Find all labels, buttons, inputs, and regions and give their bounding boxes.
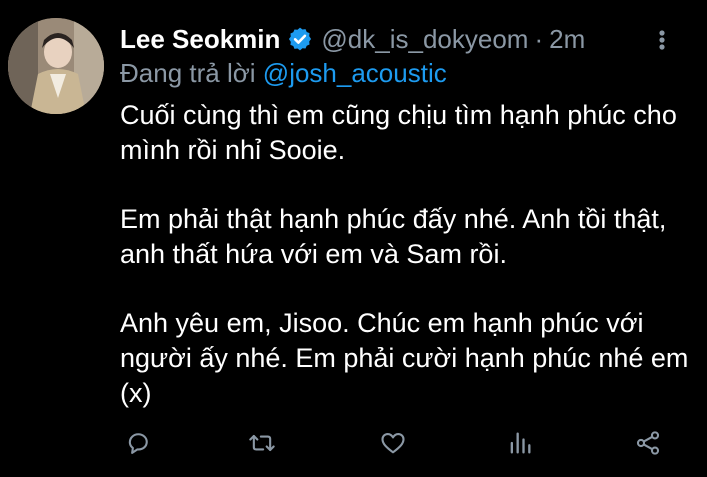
avatar-image (8, 18, 104, 114)
action-bar (120, 425, 665, 461)
replying-to-mention[interactable]: @josh_acoustic (263, 58, 447, 88)
retweet-icon (249, 434, 275, 452)
comment-icon (128, 433, 148, 454)
timestamp[interactable]: 2m (549, 24, 585, 55)
replying-to-label: Đang trả lời (120, 58, 256, 88)
tweet-header: Lee Seokmin @dk_is_dokyeom · 2m (120, 22, 585, 56)
tweet-paragraph: Cuối cùng thì em cũng chịu tìm hạnh phúc… (120, 100, 677, 165)
tweet-text: Cuối cùng thì em cũng chịu tìm hạnh phúc… (120, 98, 690, 445)
display-name[interactable]: Lee Seokmin (120, 24, 280, 55)
verified-badge-icon (287, 26, 313, 52)
analytics-button[interactable] (502, 425, 538, 461)
tweet-paragraph: Anh yêu em, Jisoo. Chúc em hạnh phúc với… (120, 308, 689, 408)
avatar[interactable] (8, 18, 104, 114)
like-button[interactable] (375, 425, 411, 461)
tweet-paragraph: Em phải thật hạnh phúc đấy nhé. Anh tồi … (120, 204, 667, 269)
bar-chart-icon (510, 432, 531, 454)
separator-dot: · (534, 23, 544, 54)
replying-to: Đang trả lời @josh_acoustic (120, 58, 447, 89)
share-icon (636, 431, 660, 455)
share-button[interactable] (630, 425, 666, 461)
heart-icon (381, 432, 405, 454)
reply-button[interactable] (120, 425, 156, 461)
user-handle[interactable]: @dk_is_dokyeom (321, 24, 528, 55)
tweet[interactable]: Lee Seokmin @dk_is_dokyeom · 2m Đang trả… (0, 0, 707, 477)
more-options-icon[interactable] (650, 30, 674, 50)
retweet-button[interactable] (244, 425, 280, 461)
